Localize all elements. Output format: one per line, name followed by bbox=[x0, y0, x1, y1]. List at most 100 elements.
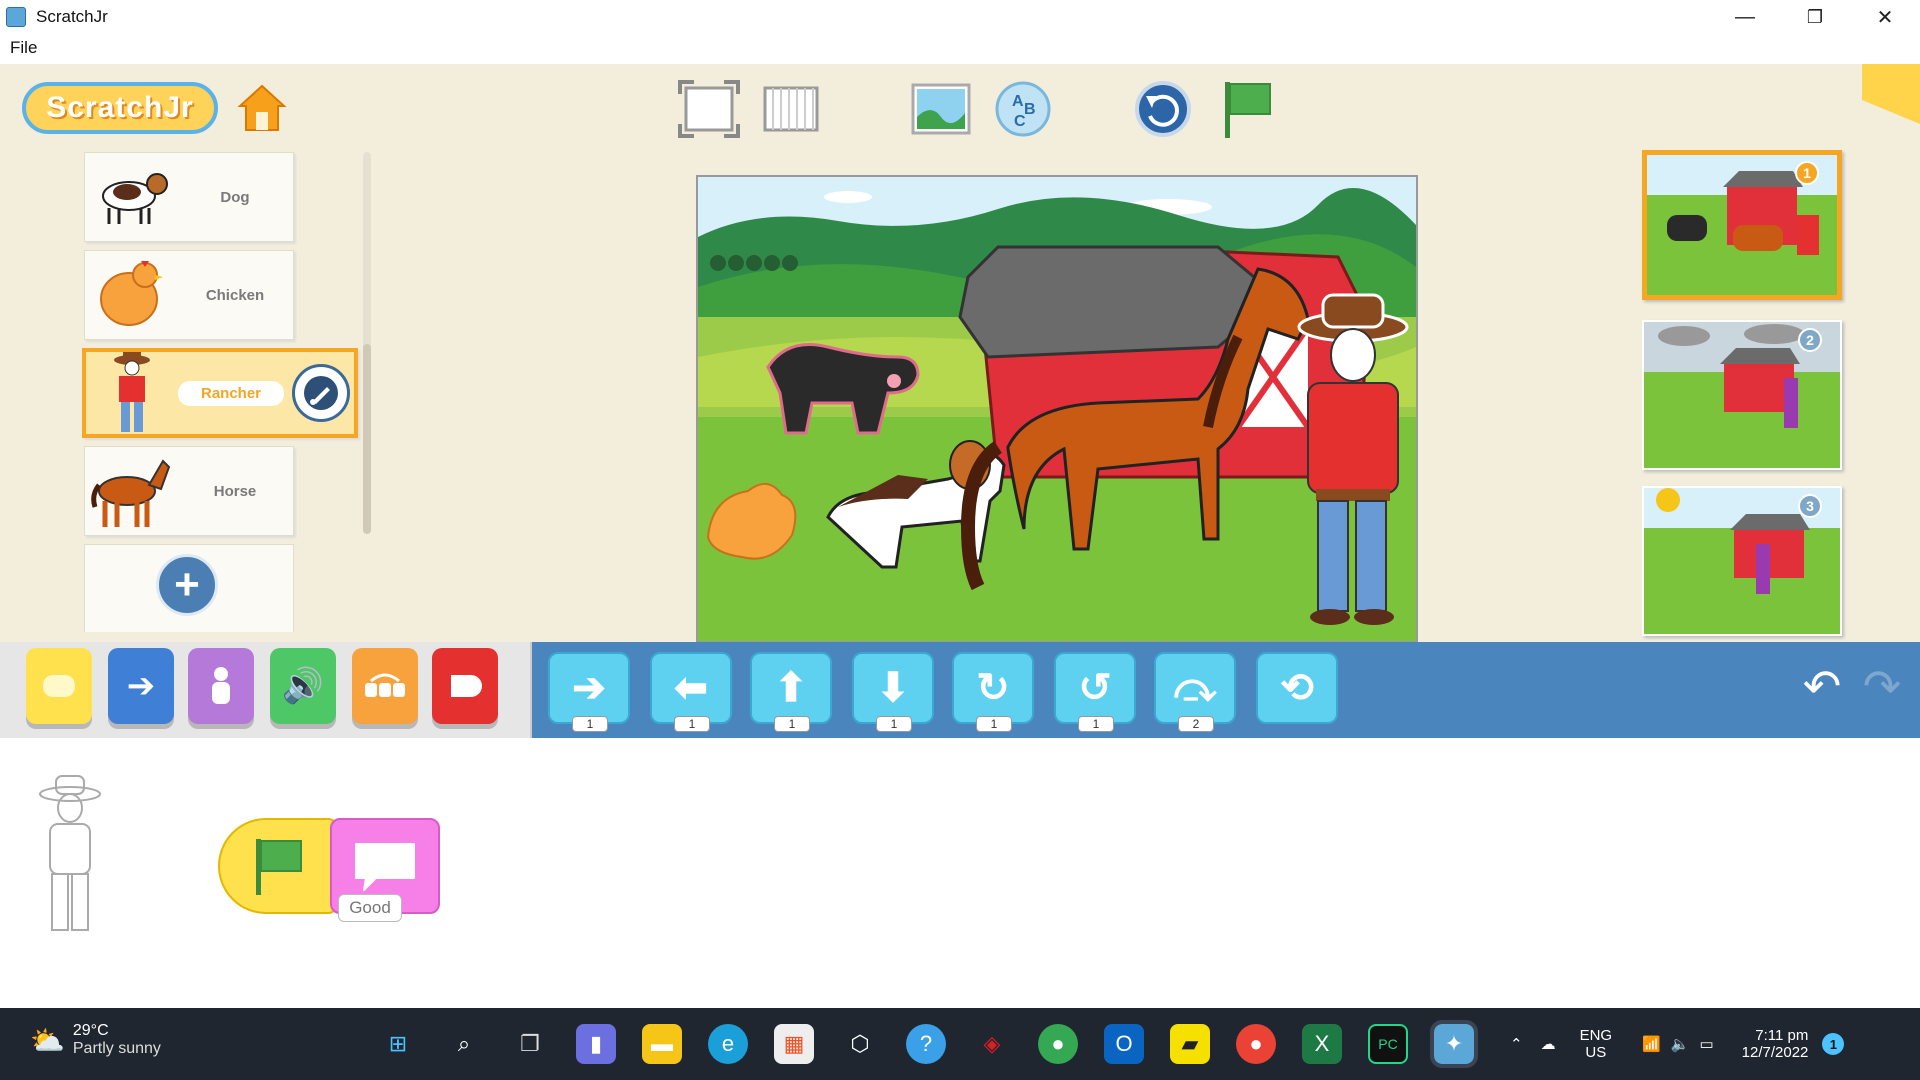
block-number: 2 bbox=[1178, 716, 1214, 732]
wifi-icon[interactable]: 📶 bbox=[1642, 1035, 1661, 1053]
sprite-item-chicken[interactable]: Chicken bbox=[84, 250, 294, 340]
battery-icon[interactable]: ▭ bbox=[1699, 1035, 1713, 1053]
start-icon[interactable]: ⊞ bbox=[378, 1024, 418, 1064]
go-home-block[interactable]: ⟲ bbox=[1256, 652, 1338, 724]
language-indicator[interactable]: ENG US bbox=[1580, 1027, 1613, 1061]
clock[interactable]: 7:11 pm 12/7/2022 bbox=[1742, 1027, 1809, 1061]
clock-time: 7:11 pm bbox=[1755, 1027, 1809, 1044]
green-flag-icon[interactable] bbox=[1216, 78, 1278, 140]
teams-chat-icon[interactable]: ▮ bbox=[576, 1024, 616, 1064]
microsoft-store-icon[interactable]: ▦ bbox=[774, 1024, 814, 1064]
title-bar: ScratchJr — ❐ ✕ bbox=[0, 0, 1920, 34]
sprite-item-horse[interactable]: Horse bbox=[84, 446, 294, 536]
page-thumbnail-1[interactable]: 1 bbox=[1642, 150, 1842, 300]
undo-icon[interactable]: ↶ bbox=[1794, 658, 1850, 714]
excel-icon[interactable]: X bbox=[1302, 1024, 1342, 1064]
editor-top-area: ScratchJr ABC Dog Chicken Rancher Horse … bbox=[0, 64, 1920, 712]
block-palette-bar: ➔ 🔊 ➔ 1 ⬅ 1 ⬆ 1 ⬇ 1 ↻ 1 ↺ 1 ⤼ 2 ⟲ ↶ ↷ bbox=[0, 642, 1920, 738]
hop-block[interactable]: ⤼ 2 bbox=[1154, 652, 1236, 732]
rancher-outline-image bbox=[30, 768, 110, 938]
menu-bar: File bbox=[0, 34, 1920, 64]
close-button[interactable]: ✕ bbox=[1850, 0, 1920, 34]
redo-icon[interactable]: ↷ bbox=[1854, 658, 1910, 714]
chrome-profile-icon[interactable]: ● bbox=[1236, 1024, 1276, 1064]
scratchjr-editor: ScratchJr ABC Dog Chicken Rancher Horse … bbox=[0, 64, 1920, 1008]
svg-text:B: B bbox=[1024, 101, 1036, 118]
file-explorer-icon[interactable]: ▬ bbox=[642, 1024, 682, 1064]
block-number: 1 bbox=[876, 716, 912, 732]
mcafee-icon[interactable]: ◈ bbox=[972, 1024, 1012, 1064]
block-number: 1 bbox=[774, 716, 810, 732]
dog-thumbnail bbox=[85, 154, 177, 240]
turn-left-block[interactable]: ↺ 1 bbox=[1054, 652, 1136, 732]
minimize-button[interactable]: — bbox=[1710, 0, 1780, 34]
grid-icon[interactable] bbox=[760, 78, 822, 140]
onedrive-icon[interactable]: ☁ bbox=[1541, 1035, 1556, 1053]
help-icon[interactable]: ? bbox=[906, 1024, 946, 1064]
say-text-field[interactable]: Good bbox=[338, 894, 402, 922]
add-sprite-button[interactable]: + bbox=[156, 554, 218, 616]
sprite-label: Chicken bbox=[205, 286, 265, 304]
motion-blocks-palette: ➔ 1 ⬅ 1 ⬆ 1 ⬇ 1 ↻ 1 ↺ 1 ⤼ 2 ⟲ ↶ ↷ bbox=[532, 642, 1920, 738]
change-background-icon[interactable] bbox=[910, 78, 972, 140]
horse-thumbnail bbox=[85, 448, 177, 534]
window-title: ScratchJr bbox=[36, 7, 108, 26]
page-thumbnail-3[interactable]: 3 bbox=[1642, 486, 1842, 636]
task-view-icon[interactable]: ❐ bbox=[510, 1024, 550, 1064]
svg-text:C: C bbox=[1014, 113, 1026, 130]
menu-file[interactable]: File bbox=[10, 38, 37, 57]
sprite-item-rancher[interactable]: Rancher bbox=[82, 348, 358, 438]
move-left-block[interactable]: ⬅ 1 bbox=[650, 652, 732, 732]
block-number: 1 bbox=[674, 716, 710, 732]
notification-badge[interactable]: 1 bbox=[1822, 1033, 1845, 1055]
page-thumbnail-2[interactable]: 2 bbox=[1642, 320, 1842, 470]
scratchjr-logo: ScratchJr bbox=[22, 82, 218, 134]
outlook-icon[interactable]: O bbox=[1104, 1024, 1144, 1064]
weather-temperature: 29°C bbox=[72, 1022, 109, 1039]
category-end-icon[interactable] bbox=[432, 648, 498, 724]
category-motion-icon[interactable]: ➔ bbox=[108, 648, 174, 724]
block-categories: ➔ 🔊 bbox=[0, 642, 532, 738]
stage-canvas[interactable] bbox=[696, 175, 1418, 643]
add-text-icon[interactable]: ABC bbox=[992, 78, 1054, 140]
sprite-label: Rancher bbox=[178, 380, 284, 406]
language-code: ENG bbox=[1579, 1027, 1613, 1044]
sprite-list-scroll-thumb[interactable] bbox=[363, 344, 371, 534]
pycharm-icon[interactable]: PC bbox=[1368, 1024, 1408, 1064]
category-triggering-icon[interactable] bbox=[26, 648, 92, 724]
home-icon[interactable] bbox=[236, 82, 288, 134]
weather-description: Partly sunny bbox=[72, 1040, 161, 1057]
partly-sunny-icon: ⛅ bbox=[30, 1024, 65, 1056]
category-sound-icon[interactable]: 🔊 bbox=[270, 648, 336, 724]
move-up-block[interactable]: ⬆ 1 bbox=[750, 652, 832, 732]
sticky-notes-icon[interactable]: ▰ bbox=[1170, 1024, 1210, 1064]
weather-widget[interactable]: ⛅ 29°C Partly sunny bbox=[30, 1022, 161, 1058]
sprite-label: Dog bbox=[220, 188, 250, 206]
sprite-label: Horse bbox=[213, 482, 257, 500]
reset-characters-icon[interactable] bbox=[1132, 78, 1194, 140]
scratchjr-taskbar-icon[interactable]: ✦ bbox=[1430, 1020, 1478, 1068]
turn-right-block[interactable]: ↻ 1 bbox=[952, 652, 1034, 732]
chrome-icon[interactable]: ● bbox=[1038, 1024, 1078, 1064]
clock-date: 12/7/2022 bbox=[1741, 1044, 1809, 1061]
move-down-block[interactable]: ⬇ 1 bbox=[852, 652, 934, 732]
app-icon-black[interactable]: ⬡ bbox=[840, 1024, 880, 1064]
maximize-button[interactable]: ❐ bbox=[1780, 0, 1850, 34]
category-looks-icon[interactable] bbox=[188, 648, 254, 724]
category-control-icon[interactable] bbox=[352, 648, 418, 724]
block-number: 1 bbox=[1078, 716, 1114, 732]
volume-icon[interactable]: 🔈 bbox=[1671, 1035, 1690, 1053]
windows-taskbar: ⛅ 29°C Partly sunny ⊞ ⌕ ❐ ▮ ▬ e ▦ ⬡ ? ◈ … bbox=[0, 1008, 1920, 1080]
scripting-area[interactable]: Good bbox=[0, 738, 1920, 1008]
system-tray: ⌃ ☁ ENG US 📶 🔈 ▭ 7:11 pm 12/7/2022 1 bbox=[1510, 1008, 1845, 1080]
page-number-badge: 1 bbox=[1795, 161, 1819, 185]
sprite-item-dog[interactable]: Dog bbox=[84, 152, 294, 242]
page-corner-fold bbox=[1862, 64, 1920, 124]
edge-icon[interactable]: e bbox=[708, 1024, 748, 1064]
move-right-block[interactable]: ➔ 1 bbox=[548, 652, 630, 732]
paint-editor-brush-icon[interactable] bbox=[292, 364, 350, 422]
fullscreen-icon[interactable] bbox=[678, 78, 740, 140]
show-hidden-icons-icon[interactable]: ⌃ bbox=[1510, 1035, 1523, 1053]
search-icon[interactable]: ⌕ bbox=[444, 1024, 484, 1064]
when-green-flag-block[interactable] bbox=[218, 818, 338, 914]
